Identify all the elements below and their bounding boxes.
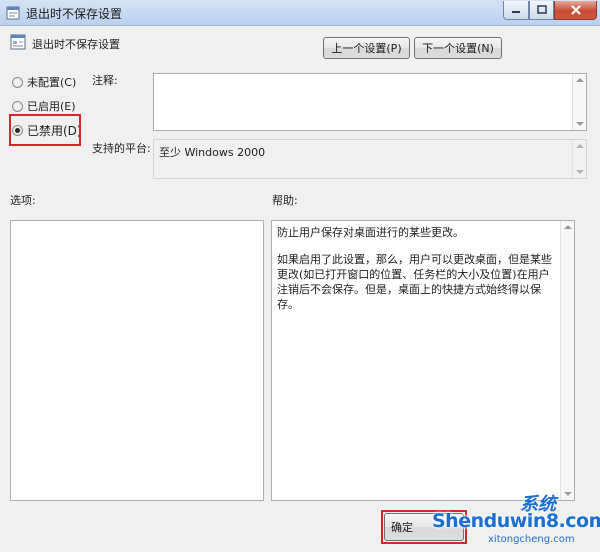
radio-label: 已启用(E) [27,100,76,113]
highlight-box-disabled [9,114,81,146]
platform-field: 至少 Windows 2000 [153,139,587,179]
platform-label: 支持的平台: [92,142,151,155]
next-setting-button[interactable]: 下一个设置(N) [414,37,502,59]
watermark-sub: xitongcheng.com [488,534,575,545]
radio-indicator[interactable] [12,100,23,112]
comment-textarea[interactable] [153,73,587,131]
policy-window-icon [6,6,20,20]
platform-scrollbar[interactable] [572,140,586,178]
close-icon [570,5,581,15]
comment-label: 注释: [92,74,118,87]
maximize-icon [536,5,547,14]
watermark-main: Shenduwin8.com [432,510,600,532]
minimize-icon [512,11,520,13]
comment-scrollbar[interactable] [572,74,586,130]
policy-settings-icon [10,34,26,50]
minimize-button[interactable] [503,1,529,20]
platform-value: 至少 Windows 2000 [159,146,266,159]
radio-label: 未配置(C) [27,76,77,89]
scroll-up-icon[interactable] [576,144,584,148]
maximize-button[interactable] [529,1,554,20]
help-text: 防止用户保存对桌面进行的某些更改。 如果启用了此设置，那么，用户可以更改桌面，但… [277,225,556,324]
options-pane [10,220,264,501]
help-label: 帮助: [272,194,298,207]
watermark: 系统 Shenduwin8.com xitongcheng.com [420,488,600,552]
radio-not-configured[interactable]: 未配置(C) [12,74,76,90]
radio-indicator[interactable] [12,76,23,88]
title-bar[interactable]: 退出时不保存设置 [0,0,600,26]
options-label: 选项: [10,194,36,207]
policy-name: 退出时不保存设置 [32,38,120,51]
previous-setting-button[interactable]: 上一个设置(P) [323,37,410,59]
help-paragraph: 防止用户保存对桌面进行的某些更改。 [277,226,464,239]
scroll-up-icon[interactable] [564,225,572,229]
help-paragraph: 如果启用了此设置，那么，用户可以更改桌面，但是某些更改(如已打开窗口的位置、任务… [277,253,552,311]
radio-enabled[interactable]: 已启用(E) [12,98,76,114]
close-button[interactable] [554,1,597,20]
window-title: 退出时不保存设置 [26,7,123,21]
scroll-down-icon[interactable] [576,170,584,174]
scroll-up-icon[interactable] [576,78,584,82]
help-pane: 防止用户保存对桌面进行的某些更改。 如果启用了此设置，那么，用户可以更改桌面，但… [271,220,575,501]
scroll-down-icon[interactable] [576,122,584,126]
help-scrollbar[interactable] [560,221,574,500]
